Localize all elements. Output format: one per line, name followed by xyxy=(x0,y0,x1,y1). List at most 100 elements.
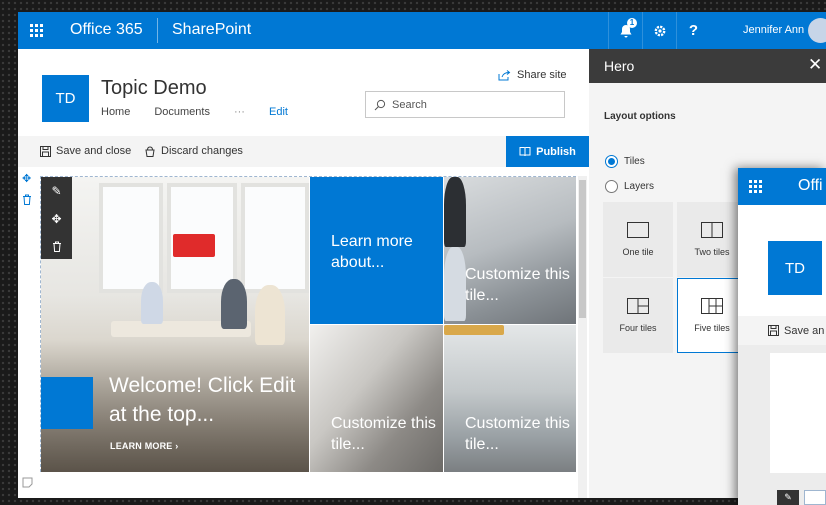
app-name[interactable]: Office 365 xyxy=(70,21,143,39)
layout-option-label: Four tiles xyxy=(619,323,657,333)
canvas-area xyxy=(738,345,826,505)
hero-accent-block xyxy=(41,377,93,429)
suite-bar: Office 365 SharePoint 1 ? Jennifer Ann xyxy=(18,12,826,49)
layout-option-label: Five tiles xyxy=(694,323,730,333)
app-launcher-button[interactable] xyxy=(18,12,55,49)
user-name[interactable]: Jennifer Ann xyxy=(743,24,804,36)
person-figure xyxy=(255,285,285,345)
radio-tiles-label: Tiles xyxy=(624,156,645,167)
second-window-suite-bar: Offi xyxy=(738,168,826,205)
office-window-right xyxy=(241,183,309,293)
site-navigation: Home Documents ··· Edit xyxy=(101,106,312,118)
save-label: Save an xyxy=(784,324,825,337)
search-icon xyxy=(374,99,386,110)
person-figure xyxy=(221,279,247,329)
waffle-icon xyxy=(748,180,762,193)
radio-layers-label: Layers xyxy=(624,181,655,192)
layout-options-label: Layout options xyxy=(604,111,676,122)
person-figure xyxy=(444,247,466,321)
chevron-right-icon: › xyxy=(175,441,179,451)
radio-unchecked-icon xyxy=(605,180,618,193)
share-site-label: Share site xyxy=(517,69,567,81)
publish-label: Publish xyxy=(536,145,576,158)
radio-checked-icon xyxy=(605,155,618,168)
app-name[interactable]: Offi xyxy=(798,177,823,195)
radio-tiles[interactable]: Tiles xyxy=(605,155,645,168)
command-bar: Save and close Discard changes Publish xyxy=(18,136,589,167)
two-tiles-icon xyxy=(701,222,723,238)
share-icon xyxy=(498,70,511,81)
publish-button[interactable]: Publish xyxy=(506,136,589,167)
hero-tile-title: Customize this tile... xyxy=(331,415,436,453)
hero-tile-title: Learn more about... xyxy=(331,233,413,271)
nav-more[interactable]: ··· xyxy=(234,106,245,118)
learn-more-label: LEARN MORE xyxy=(110,441,173,451)
section-layout-icon[interactable] xyxy=(22,477,33,491)
delete-section-icon[interactable] xyxy=(22,194,32,208)
hero-tile-title: Customize this tile... xyxy=(465,415,570,453)
share-site-button[interactable]: Share site xyxy=(498,69,567,81)
product-name[interactable]: SharePoint xyxy=(172,21,251,39)
help-icon: ? xyxy=(688,22,699,39)
webpart-edit-toolbar: ✎ ✥ xyxy=(41,177,72,259)
layout-option-four-tiles[interactable]: Four tiles xyxy=(603,278,673,353)
layout-option-one-tile[interactable]: One tile xyxy=(603,202,673,277)
hero-tile-customize[interactable]: Customize this tile... xyxy=(443,324,576,472)
save-icon xyxy=(768,325,779,336)
hero-main-tile[interactable]: Welcome! Click Edit at the top... LEARN … xyxy=(41,177,309,472)
person-figure xyxy=(444,177,466,247)
radio-layers[interactable]: Layers xyxy=(605,180,654,193)
discard-changes-label: Discard changes xyxy=(161,145,243,157)
notifications-button[interactable]: 1 xyxy=(608,12,642,49)
one-tile-icon xyxy=(627,222,649,238)
layout-option-two-tiles[interactable]: Two tiles xyxy=(677,202,747,277)
canvas-section xyxy=(770,353,826,473)
site-title[interactable]: Topic Demo xyxy=(101,77,207,100)
lobby-furniture xyxy=(444,325,504,335)
pencil-icon[interactable]: ✎ xyxy=(51,184,61,198)
property-pane-title: Hero xyxy=(604,58,635,74)
avatar[interactable] xyxy=(808,18,826,43)
learn-more-link[interactable]: LEARN MORE › xyxy=(110,441,178,451)
hero-webpart[interactable]: Welcome! Click Edit at the top... LEARN … xyxy=(40,176,576,472)
save-and-close-button[interactable]: Save an xyxy=(738,316,826,345)
publish-icon xyxy=(519,147,531,157)
hero-tile-learn-more[interactable]: Learn more about... xyxy=(309,177,443,324)
pencil-icon[interactable]: ✎ xyxy=(777,490,799,505)
page-scrollbar[interactable] xyxy=(578,176,587,498)
site-logo[interactable]: TD xyxy=(42,75,89,122)
property-pane-header: Hero ✕ xyxy=(589,49,826,83)
site-logo[interactable]: TD xyxy=(768,241,822,295)
layout-option-label: One tile xyxy=(622,247,654,257)
person-figure xyxy=(141,282,163,324)
save-icon xyxy=(40,145,51,157)
second-sharepoint-window[interactable]: Offi TD Save an ✎ xyxy=(738,168,826,505)
office-window-left xyxy=(99,183,163,293)
settings-button[interactable] xyxy=(642,12,676,49)
save-and-close-button[interactable]: Save and close xyxy=(40,145,131,157)
discard-changes-button[interactable]: Discard changes xyxy=(144,145,243,157)
help-button[interactable]: ? xyxy=(676,12,710,49)
search-box[interactable]: Search xyxy=(365,91,565,118)
layout-option-five-tiles[interactable]: Five tiles ✓ xyxy=(677,273,752,353)
search-placeholder: Search xyxy=(392,98,427,111)
hero-tile-customize[interactable]: Customize this tile... xyxy=(443,177,576,324)
nav-edit-link[interactable]: Edit xyxy=(269,106,288,118)
sharepoint-window: Office 365 SharePoint 1 ? Jennifer Ann T… xyxy=(18,12,826,498)
app-launcher-button[interactable] xyxy=(738,168,772,205)
red-lamp xyxy=(173,234,215,257)
move-section-icon[interactable]: ✥ xyxy=(22,172,31,185)
close-icon[interactable]: ✕ xyxy=(808,55,822,75)
webpart-placeholder[interactable] xyxy=(804,490,826,505)
layout-option-label: Two tiles xyxy=(694,247,730,257)
nav-home[interactable]: Home xyxy=(101,106,130,118)
scrollbar-thumb[interactable] xyxy=(579,180,586,318)
hero-main-title: Welcome! Click Edit at the top... xyxy=(109,374,296,426)
delete-icon[interactable] xyxy=(52,241,62,252)
gear-icon xyxy=(654,25,665,36)
five-tiles-icon xyxy=(701,298,723,314)
notification-badge: 1 xyxy=(627,18,637,28)
move-icon[interactable]: ✥ xyxy=(51,212,61,226)
nav-documents[interactable]: Documents xyxy=(154,106,210,118)
hero-tile-customize[interactable]: Customize this tile... xyxy=(309,324,443,472)
